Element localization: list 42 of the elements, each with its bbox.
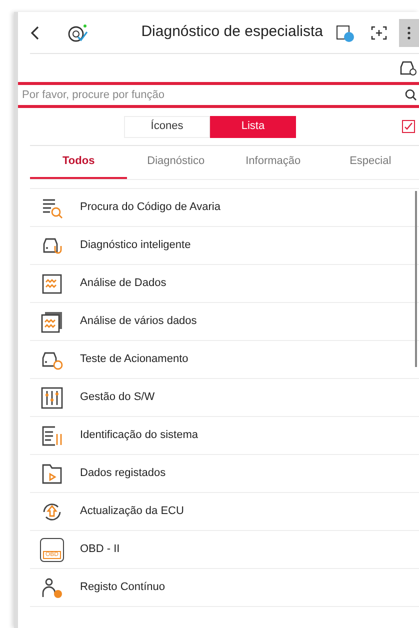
function-label: Actualização da ECU — [80, 504, 184, 520]
function-list-item[interactable]: Gestão do S/W — [30, 379, 419, 417]
sliders-icon — [40, 386, 64, 410]
function-label: Procura do Código de Avaria — [80, 200, 220, 216]
search-field[interactable]: Por favor, procure por função — [22, 86, 405, 104]
more-menu-button[interactable] — [399, 18, 419, 46]
back-icon — [30, 26, 40, 40]
function-list-item[interactable]: Análise de vários dados — [30, 303, 419, 341]
person-record-icon — [40, 576, 64, 600]
function-list-item[interactable]: Actualização da ECU — [30, 493, 419, 531]
search-icon[interactable] — [405, 89, 417, 101]
function-list-item[interactable]: Teste de Acionamento — [30, 341, 419, 379]
view-toggle-tab[interactable]: Ícones — [124, 116, 210, 138]
category-tab[interactable]: Todos — [30, 146, 128, 179]
function-label: Análise de vários dados — [80, 314, 197, 330]
folder-play-icon — [40, 462, 64, 486]
page-title: Diagnóstico de especialista — [141, 22, 323, 42]
function-label: Análise de Dados — [80, 276, 166, 292]
chart-waves-icon — [40, 272, 64, 296]
vci-bluetooth-icon[interactable] — [335, 22, 355, 42]
car-icon[interactable] — [399, 60, 417, 76]
function-list-item[interactable]: Dados registados — [30, 455, 419, 493]
scan-gear-icon[interactable] — [66, 22, 88, 42]
function-label: Diagnóstico inteligente — [80, 238, 191, 254]
function-label: Teste de Acionamento — [80, 352, 188, 368]
stacked-chart-icon — [40, 310, 64, 334]
category-tab[interactable]: Informação — [224, 146, 322, 179]
function-list-item[interactable]: Registo Contínuo — [30, 569, 419, 607]
screenshot-icon[interactable] — [371, 26, 387, 40]
select-all-checkbox[interactable] — [402, 120, 415, 133]
function-label: OBD - II — [80, 542, 120, 558]
function-label: Registo Contínuo — [80, 580, 165, 596]
more-icon — [407, 26, 411, 40]
checkmark-icon — [404, 122, 413, 131]
function-list-item[interactable]: Identificação do sistema — [30, 417, 419, 455]
document-tools-icon — [40, 424, 64, 448]
category-tab[interactable]: Especial — [322, 146, 419, 179]
view-toggle-tab[interactable]: Lista — [210, 116, 296, 138]
category-tab[interactable]: Diagnóstico — [127, 146, 224, 179]
function-label: Gestão do S/W — [80, 390, 155, 406]
function-label: Identificação do sistema — [80, 428, 198, 444]
function-label: Dados registados — [80, 466, 166, 482]
